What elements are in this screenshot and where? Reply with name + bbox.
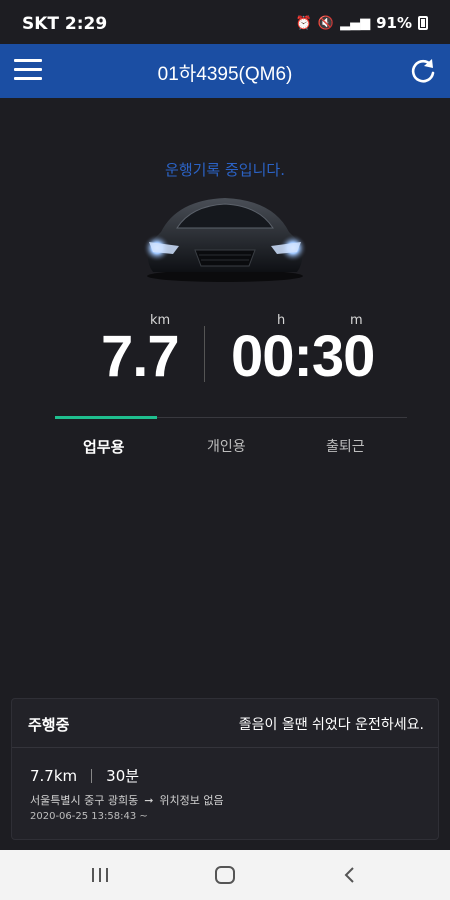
tab-business[interactable]: 업무용 xyxy=(83,436,124,457)
tab-personal[interactable]: 개인용 xyxy=(207,436,246,456)
status-carrier-time: SKT 2:29 xyxy=(22,14,108,34)
trip-duration: 30분 xyxy=(106,767,140,785)
system-nav-bar xyxy=(0,850,450,900)
status-bar: SKT 2:29 ⏰ 🔇 ▂▄▆ 91% xyxy=(0,0,450,44)
app-bar: 01하4395(QM6) xyxy=(0,44,450,98)
route-origin: 서울특별시 중구 광희동 xyxy=(30,794,139,807)
trip-route: 서울특별시 중구 광희동 ➞ 위치정보 없음 xyxy=(30,792,224,808)
trip-start-time: 2020-06-25 13:58:43 ~ xyxy=(30,811,148,822)
summary-separator xyxy=(91,768,93,783)
trip-type-tabs: 업무용 개인용 출퇴근 xyxy=(55,416,407,456)
battery-percent: 91% xyxy=(376,14,412,32)
arrow-right-icon: ➞ xyxy=(144,794,154,807)
home-icon[interactable] xyxy=(213,864,237,886)
active-tab-indicator xyxy=(55,416,157,419)
tab-commute[interactable]: 출퇴근 xyxy=(326,436,365,456)
recording-status-text: 운행기록 중입니다. xyxy=(165,161,285,179)
trip-summary: 7.7km 30분 xyxy=(30,765,139,786)
distance-value: 7.7 xyxy=(101,324,180,389)
elapsed-time-value: 00:30 xyxy=(231,324,375,389)
vehicle-title: 01하4395(QM6) xyxy=(157,64,293,85)
status-icons: ⏰ 🔇 ▂▄▆ 91% xyxy=(296,14,428,32)
route-destination: 위치정보 없음 xyxy=(159,794,224,807)
mute-icon: 🔇 xyxy=(317,15,335,31)
trip-distance: 7.7km xyxy=(30,766,78,785)
signal-icon: ▂▄▆ xyxy=(340,15,371,31)
panel-header: 주행중 졸음이 올땐 쉬었다 운전하세요. xyxy=(12,699,438,748)
alarm-icon: ⏰ xyxy=(295,15,312,31)
current-trip-panel[interactable]: 주행중 졸음이 올땐 쉬었다 운전하세요. 7.7km 30분 서울특별시 중구… xyxy=(11,698,439,840)
metric-divider xyxy=(204,326,205,382)
panel-title: 주행중 xyxy=(28,716,70,734)
battery-icon xyxy=(418,16,428,30)
drowsiness-notice: 졸음이 올땐 쉬었다 운전하세요. xyxy=(238,717,424,733)
back-icon[interactable] xyxy=(338,864,362,886)
car-illustration xyxy=(143,198,307,282)
refresh-icon[interactable] xyxy=(408,56,438,86)
recent-apps-icon[interactable] xyxy=(88,864,112,886)
